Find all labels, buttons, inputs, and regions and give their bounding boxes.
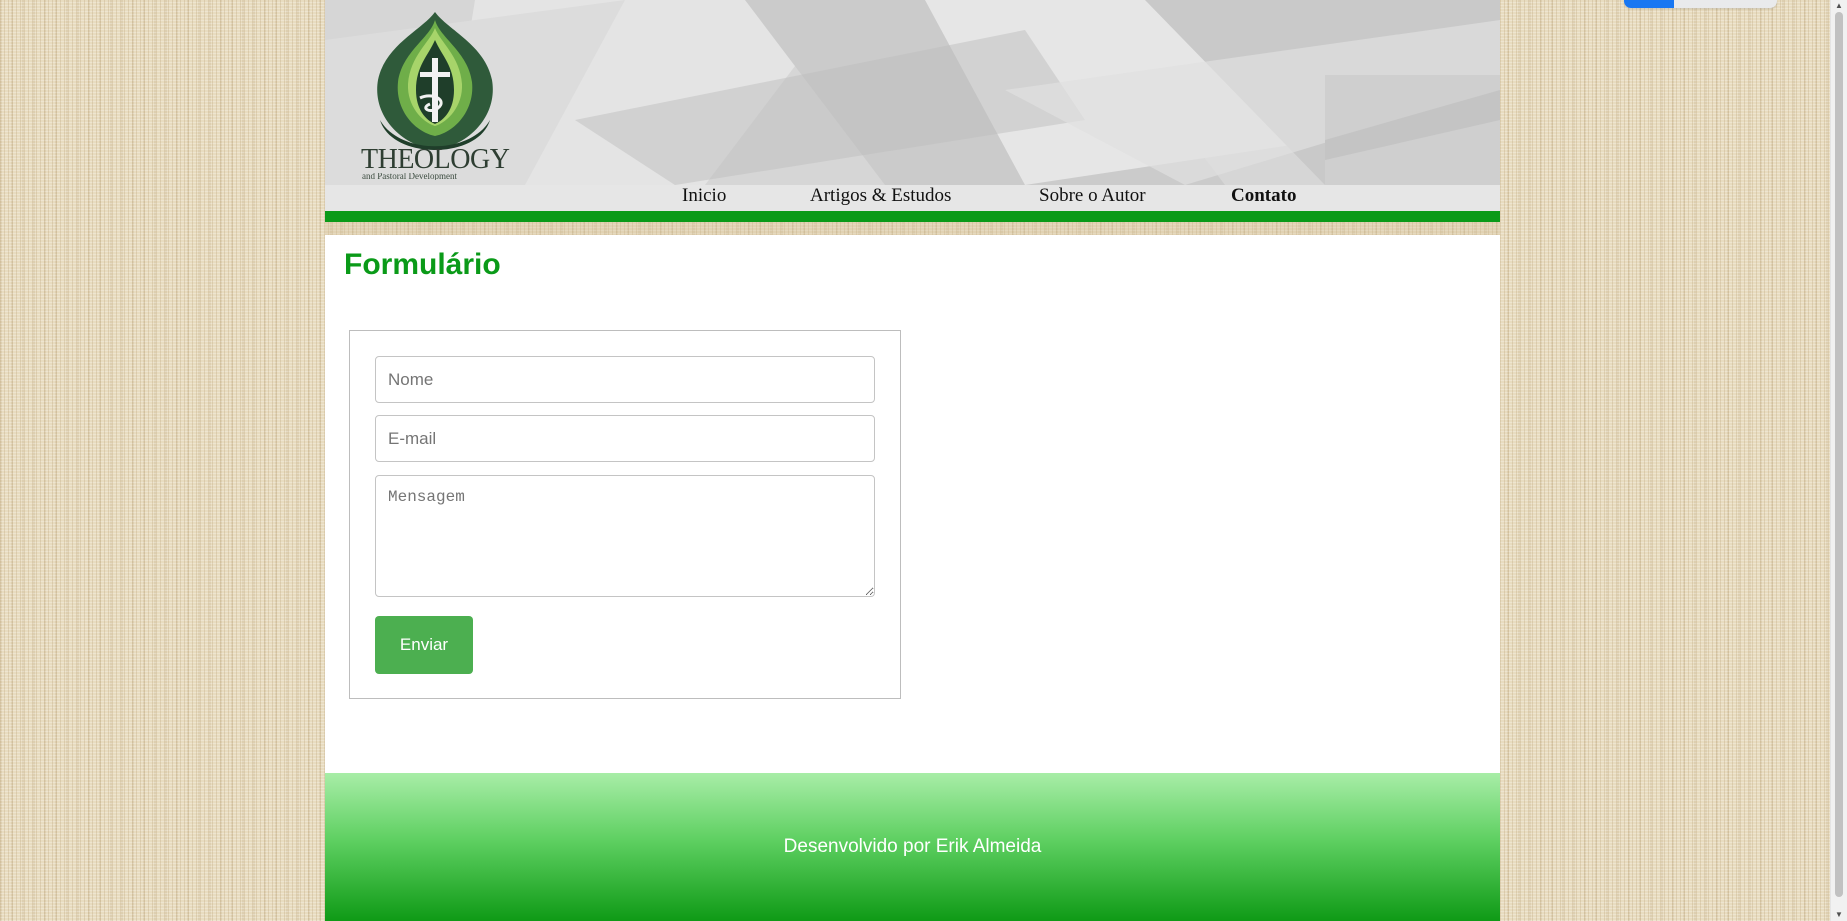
scrollbar-thumb[interactable]: [1835, 12, 1843, 897]
contact-form: Enviar: [349, 330, 901, 699]
nav-item-artigos-estudos[interactable]: Artigos & Estudos: [810, 185, 951, 207]
message-textarea[interactable]: [375, 475, 875, 597]
nav-item-contato[interactable]: Contato: [1231, 185, 1296, 207]
logo-text: THEOLOGY: [361, 144, 510, 175]
page-container: THEOLOGY and Pastoral Development Inicio…: [325, 0, 1500, 921]
logo-tagline: and Pastoral Development: [362, 173, 457, 180]
main-content: Formulário Enviar: [325, 235, 1500, 773]
site-footer: Desenvolvido por Erik Almeida: [325, 773, 1500, 921]
header-gap: [325, 222, 1500, 235]
scroll-up-arrow-icon[interactable]: ▲: [1831, 0, 1847, 12]
scroll-down-arrow-icon[interactable]: ▼: [1831, 909, 1847, 921]
footer-credit: Desenvolvido por Erik Almeida: [783, 836, 1042, 857]
submit-button[interactable]: Enviar: [375, 616, 473, 674]
email-input[interactable]: [375, 415, 875, 462]
vertical-scrollbar[interactable]: ▲ ▼: [1830, 0, 1847, 921]
top-right-badge[interactable]: [1624, 0, 1777, 8]
site-header: THEOLOGY and Pastoral Development Inicio…: [325, 0, 1500, 211]
badge-accent: [1624, 0, 1674, 8]
nav-item-inicio[interactable]: Inicio: [682, 185, 726, 207]
page-title: Formulário: [344, 248, 501, 281]
main-nav: Inicio Artigos & Estudos Sobre o Autor C…: [325, 185, 1500, 211]
nav-item-sobre-autor[interactable]: Sobre o Autor: [1039, 185, 1146, 207]
nav-underline-bar: [325, 211, 1500, 222]
name-input[interactable]: [375, 356, 875, 403]
